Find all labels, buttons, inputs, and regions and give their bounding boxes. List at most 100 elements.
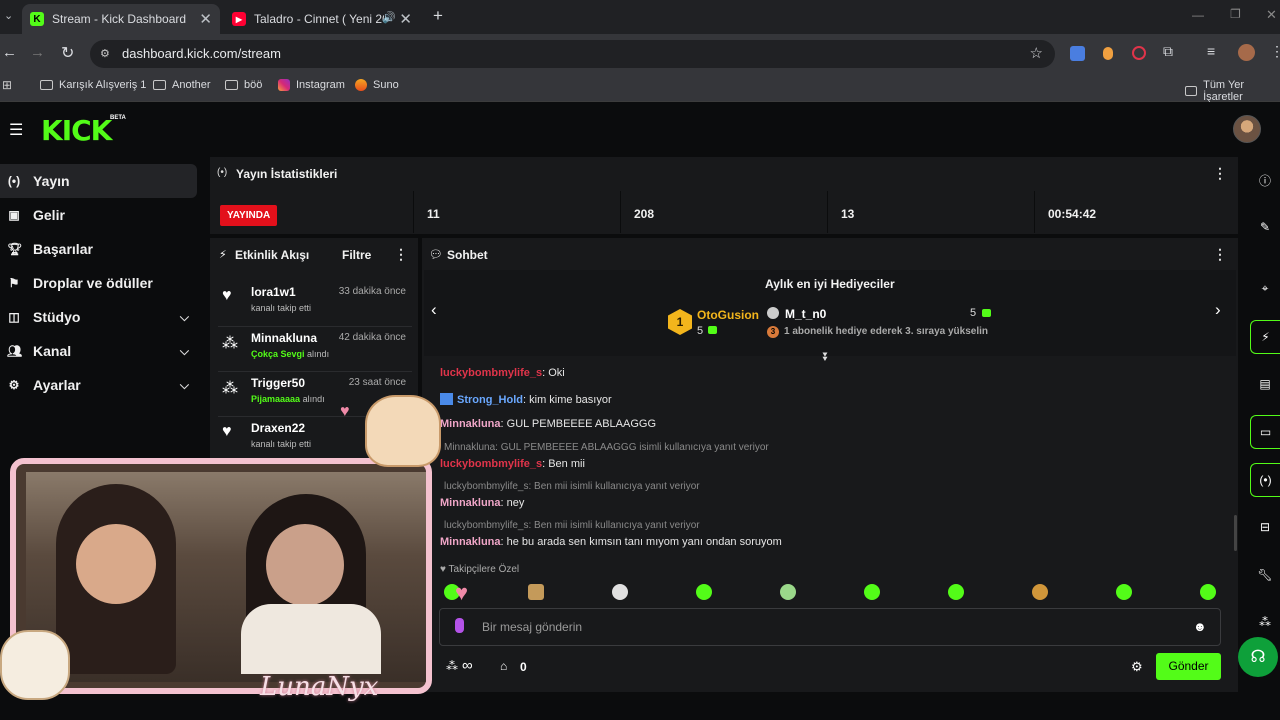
chat-message[interactable]: Minnakluna: GUL PEMBEEEE ABLAAGGG (440, 418, 656, 430)
all-bookmarks-button[interactable]: Tüm Yer İşaretler (1185, 79, 1280, 103)
chat-menu-icon[interactable]: ⋮ (1213, 246, 1227, 263)
points-icon[interactable]: ⁂ (446, 659, 458, 673)
tab-kick-dashboard[interactable]: K Stream - Kick Dashboard ✕ (22, 4, 220, 34)
edit-icon[interactable]: ✎ (1250, 210, 1280, 244)
chat-user[interactable]: Minnakluna (440, 497, 501, 509)
bookmark-item[interactable]: Another (153, 79, 211, 91)
emote-icon[interactable] (1200, 584, 1216, 600)
microphone-icon[interactable] (455, 618, 464, 633)
sidebar-item-studyo[interactable]: ◫ Stüdyo ⌵ (0, 300, 197, 334)
kick-icon: K (30, 12, 44, 26)
maximize-button[interactable]: ❐ (1230, 7, 1241, 21)
url-text: dashboard.kick.com/stream (122, 46, 281, 61)
chat-scrollbar[interactable] (1234, 515, 1237, 551)
document-icon[interactable]: ▤ (1250, 367, 1280, 401)
kick-logo[interactable]: KICK (41, 114, 112, 147)
chevron-right-icon[interactable]: › (1215, 300, 1221, 320)
minimize-button[interactable]: — (1192, 8, 1204, 22)
extensions-puzzle-icon[interactable]: ⧉ (1163, 43, 1173, 60)
user-avatar[interactable] (1233, 115, 1261, 143)
emote-icon[interactable] (528, 584, 544, 600)
chat-message[interactable]: Strong_Hold: kim kime basıyor (440, 393, 612, 406)
browser-menu-icon[interactable]: ⋮ (1270, 43, 1280, 60)
trophy-icon: 🏆︎ (7, 242, 23, 256)
bookmark-item[interactable]: Karışık Alışveriş 1 (40, 79, 146, 91)
emoji-icon[interactable]: ☻ (1193, 619, 1207, 634)
chat-input-placeholder: Bir mesaj gönderin (482, 620, 583, 634)
chat-message[interactable]: luckybombmylife_s: Oki (440, 367, 565, 379)
chat-user[interactable]: luckybombmylife_s (440, 458, 542, 470)
collapse-icon[interactable]: ⏬︎ (823, 350, 829, 365)
audio-playing-icon[interactable]: 🔊 (382, 11, 396, 24)
profile-avatar-icon[interactable] (1238, 44, 1255, 61)
stats-menu-icon[interactable]: ⋮ (1213, 165, 1227, 182)
activity-item[interactable]: ♥ lora1w1 33 dakika önce kanalı takip et… (218, 281, 412, 325)
filter-button[interactable]: Filtre (342, 248, 371, 262)
bookmark-item[interactable]: Suno (355, 79, 399, 91)
chat-text: kim kime basıyor (529, 394, 612, 406)
bookmark-label: Tüm Yer İşaretler (1203, 79, 1245, 103)
extension-icon[interactable] (1132, 46, 1146, 60)
stat-value: 11 (427, 207, 440, 221)
bookmark-star-icon[interactable]: ☆ (1030, 40, 1043, 68)
capture-icon[interactable]: ⌖ (1250, 271, 1280, 305)
shop-icon[interactable]: ⌂ (500, 659, 507, 673)
chat-user[interactable]: Strong_Hold (457, 394, 523, 406)
chat-message[interactable]: Minnakluna: ney (440, 497, 524, 509)
forward-icon[interactable]: → (30, 44, 45, 61)
tab-search-icon[interactable]: ⌄ (4, 9, 13, 22)
gifter-name[interactable]: OtoGusion (697, 308, 759, 322)
bookmarks-bar: ⊞ Karışık Alışveriş 1 Another böö Instag… (0, 74, 1280, 103)
wrench-icon[interactable]: 🔧︎ (1250, 558, 1280, 592)
chat-user[interactable]: Minnakluna (440, 418, 501, 430)
info-icon[interactable]: ⓘ (1250, 163, 1280, 197)
points-icon[interactable]: ⁂ (1250, 605, 1280, 639)
activity-menu-icon[interactable]: ⋮ (394, 246, 408, 263)
new-tab-button[interactable]: + (433, 6, 443, 26)
support-headset-icon[interactable]: ☊ (1238, 637, 1278, 677)
tab-youtube[interactable]: ▶ Taladro - Cinnet ( Yeni 2013 🔊 ✕ (224, 4, 420, 34)
send-button[interactable]: Gönder (1156, 653, 1221, 680)
chat-user[interactable]: Minnakluna (440, 536, 501, 548)
back-icon[interactable]: ← (2, 44, 17, 61)
emote-icon[interactable] (864, 584, 880, 600)
lightning-icon[interactable]: ⚡︎ (1250, 320, 1280, 354)
emote-icon[interactable] (612, 584, 628, 600)
chevron-down-icon[interactable]: ⌵ (180, 378, 189, 393)
chat-toggle-icon[interactable]: ▭ (1250, 415, 1280, 449)
media-controls-icon[interactable]: ≡ (1207, 43, 1215, 59)
chat-settings-icon[interactable]: ⚙ (1131, 659, 1143, 675)
url-field[interactable]: ⚙ dashboard.kick.com/stream ☆ (90, 40, 1055, 68)
emote-icon[interactable] (696, 584, 712, 600)
broadcast-toggle-icon[interactable]: (•) (1250, 463, 1280, 497)
sidebar-item-kanal[interactable]: 👥︎ Kanal ⌵ (0, 334, 197, 368)
close-tab-icon[interactable]: ✕ (199, 10, 212, 28)
emote-icon[interactable] (948, 584, 964, 600)
menu-icon[interactable]: ☰ (9, 120, 23, 140)
translate-icon[interactable] (1070, 46, 1085, 61)
emote-icon[interactable] (780, 584, 796, 600)
close-window-button[interactable]: ✕ (1266, 7, 1277, 23)
sidebar-item-basarilar[interactable]: 🏆︎ Başarılar (0, 232, 197, 266)
close-tab-icon[interactable]: ✕ (399, 10, 412, 28)
chat-message[interactable]: Minnakluna: he bu arada sen kımsın tanı … (440, 536, 782, 548)
extension-icon[interactable] (1103, 47, 1113, 60)
bookmark-item[interactable]: böö (225, 79, 262, 91)
layout-icon[interactable]: ⊟ (1250, 510, 1280, 544)
activity-item[interactable]: ⁂ Minnakluna 42 dakika önce Çokça Sevgi … (218, 326, 412, 370)
sidebar-item-ayarlar[interactable]: ⚙ Ayarlar ⌵ (0, 368, 197, 402)
apps-grid-icon[interactable]: ⊞ (2, 78, 12, 92)
chat-message[interactable]: luckybombmylife_s: Ben mii (440, 458, 585, 470)
sidebar-item-droplar[interactable]: ⚑ Droplar ve ödüller (0, 266, 197, 300)
emote-icon[interactable] (1116, 584, 1132, 600)
reload-icon[interactable]: ↻ (61, 43, 74, 63)
emote-icon[interactable] (1032, 584, 1048, 600)
gifter-name[interactable]: M_t_n0 (785, 307, 826, 321)
address-bar: ← → ↻ ⚙ dashboard.kick.com/stream ☆ ⧉ ≡ … (0, 34, 1280, 74)
site-info-icon[interactable]: ⚙ (100, 40, 110, 68)
chevron-down-icon[interactable]: ⌵ (180, 310, 189, 325)
chevron-left-icon[interactable]: ‹ (431, 300, 437, 320)
chat-user[interactable]: luckybombmylife_s (440, 367, 542, 379)
bookmark-item[interactable]: Instagram (278, 79, 345, 91)
chevron-down-icon[interactable]: ⌵ (180, 344, 189, 359)
